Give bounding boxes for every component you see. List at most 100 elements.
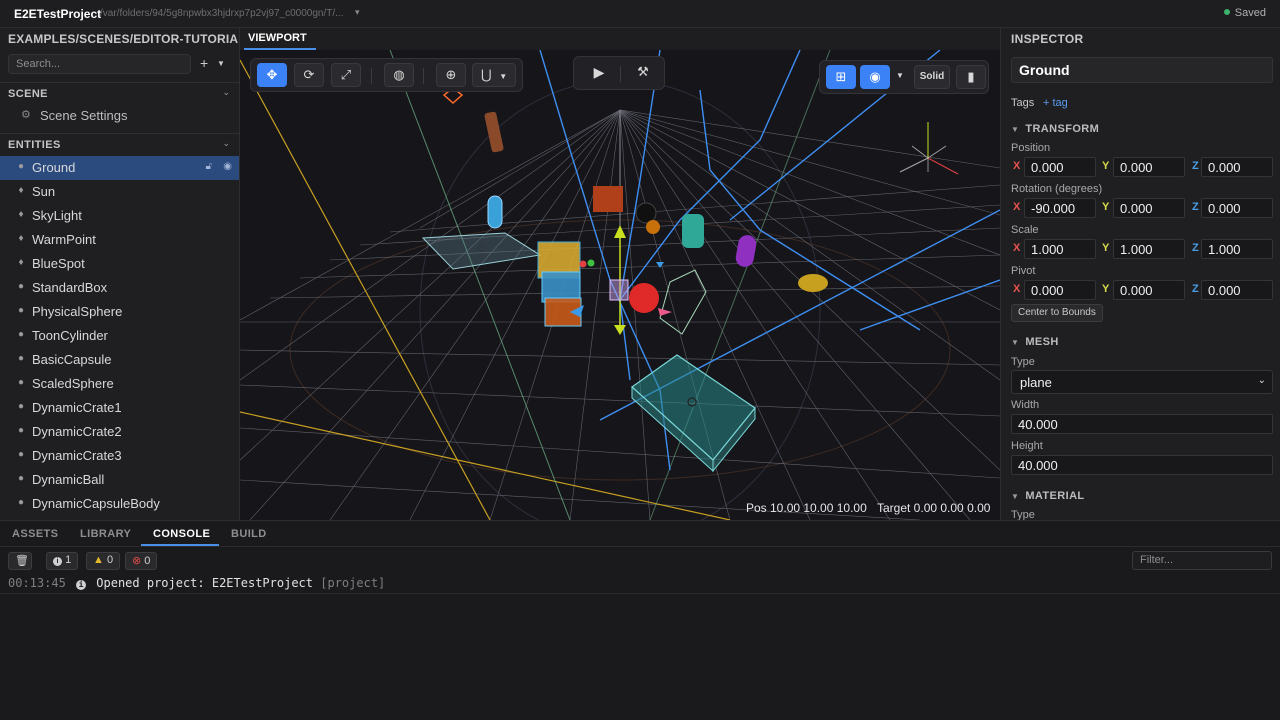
rotation-y-field[interactable]: 0.000 — [1113, 198, 1185, 218]
y-handle[interactable] — [587, 259, 595, 267]
save-status-label: Saved — [1234, 7, 1266, 19]
list-item[interactable]: ♦ WarmPoint — [0, 228, 239, 252]
info-filter-button[interactable]: i 1 — [46, 552, 79, 570]
lock-icon[interactable]: 🔓︎ — [206, 161, 212, 172]
pivot-mode-button[interactable]: ⊕ — [436, 63, 466, 87]
scale-x-field[interactable]: 1.000 — [1024, 239, 1096, 259]
view-gizmo-axis[interactable] — [927, 145, 947, 159]
scaled-sphere-mesh[interactable] — [798, 274, 828, 292]
list-item[interactable]: ♦ SkyLight — [0, 204, 239, 228]
chevron-down-icon[interactable]: ▼ — [217, 59, 225, 68]
position-y-field[interactable]: 0.000 — [1113, 157, 1185, 177]
chevron-down-icon: ▼ — [1011, 338, 1020, 347]
error-filter-button[interactable]: ⊗ 0 — [125, 552, 158, 570]
stats-chart-icon[interactable]: ▮ — [956, 65, 986, 89]
transform-section-header[interactable]: ▼ TRANSFORM — [1011, 123, 1099, 135]
pivot-y-field[interactable]: 0.000 — [1113, 280, 1185, 300]
tab-viewport[interactable]: VIEWPORT — [248, 32, 307, 44]
add-tag-link[interactable]: + tag — [1043, 97, 1068, 109]
cylinder-mesh[interactable] — [682, 214, 704, 248]
list-item[interactable]: ● ScaledSphere — [0, 372, 239, 396]
list-item[interactable]: ♦ BlueSpot — [0, 252, 239, 276]
pivot-z-field[interactable]: 0.000 — [1201, 280, 1273, 300]
view-gizmo-z[interactable] — [899, 157, 929, 173]
rotation-x-field[interactable]: -90.000 — [1024, 198, 1096, 218]
section-title: MATERIAL — [1025, 490, 1085, 502]
scale-y-field[interactable]: 1.000 — [1113, 239, 1185, 259]
list-item[interactable]: ● BasicCapsule — [0, 348, 239, 372]
box-mesh[interactable] — [593, 186, 623, 212]
wireframe-box[interactable] — [659, 269, 707, 335]
clear-console-button[interactable]: 🗑︎ — [8, 552, 32, 570]
toolbar-divider — [620, 66, 621, 82]
list-item[interactable]: ● Ground 🔓︎ ◉ — [0, 156, 239, 180]
build-hammer-icon[interactable]: ⚒ — [628, 61, 658, 85]
sphere-mesh[interactable] — [646, 220, 660, 234]
eye-icon[interactable]: ◉ — [223, 161, 232, 172]
position-x-field[interactable]: 0.000 — [1024, 157, 1096, 177]
list-item[interactable]: ● DynamicCrate1 — [0, 396, 239, 420]
chevron-down-icon[interactable]: ▼ — [499, 72, 507, 81]
global-space-button[interactable]: ◍ — [384, 63, 414, 87]
position-z-field[interactable]: 0.000 — [1201, 157, 1273, 177]
chevron-down-icon[interactable]: ▼ — [893, 65, 907, 89]
tab-console[interactable]: CONSOLE — [153, 528, 210, 540]
x-arrow-icon[interactable] — [658, 308, 672, 316]
width-field[interactable]: 40.000 — [1011, 414, 1273, 434]
z-arrow-icon[interactable] — [656, 262, 664, 268]
entity-name: ToonCylinder — [32, 328, 108, 343]
entity-name: PhysicalSphere — [32, 304, 123, 319]
entities-section-header[interactable]: ENTITIES ⌄ — [0, 133, 239, 155]
center-to-bounds-button[interactable]: Center to Bounds — [1011, 304, 1103, 322]
entity-name-field[interactable]: Ground — [1011, 57, 1273, 83]
pivot-handle[interactable] — [609, 279, 629, 301]
rotate-tool-button[interactable]: ⟳ — [294, 63, 324, 87]
material-section-header[interactable]: ▼ MATERIAL — [1011, 490, 1085, 502]
scene-settings-item[interactable]: ⚙ Scene Settings — [0, 104, 239, 126]
project-name[interactable]: E2ETestProject — [14, 7, 101, 21]
view-gizmo-x[interactable] — [927, 157, 959, 175]
list-item[interactable]: ● DynamicBall — [0, 468, 239, 492]
ball-mesh[interactable] — [629, 283, 659, 313]
info-icon: i — [53, 557, 62, 566]
scale-tool-button[interactable]: ⤢ — [331, 63, 361, 87]
list-item[interactable]: ♦ Sun — [0, 180, 239, 204]
y-arrow-icon[interactable] — [614, 225, 626, 238]
cylinder-mesh[interactable] — [484, 111, 504, 153]
mesh-section-header[interactable]: ▼ MESH — [1011, 336, 1059, 348]
error-icon: ⊗ — [132, 555, 142, 567]
grid-toggle-button[interactable]: ⊞ — [826, 65, 856, 89]
scale-z-field[interactable]: 1.000 — [1201, 239, 1273, 259]
search-input[interactable]: Search... — [8, 54, 191, 74]
tab-build[interactable]: BUILD — [231, 528, 267, 540]
list-item[interactable]: ● ToonCylinder — [0, 324, 239, 348]
height-field[interactable]: 40.000 — [1011, 455, 1273, 475]
chevron-down-icon[interactable]: ▾ — [355, 7, 360, 18]
tab-library[interactable]: LIBRARY — [80, 528, 131, 540]
x-handle[interactable] — [579, 260, 587, 268]
render-mode-button[interactable]: Solid — [914, 65, 950, 89]
add-entity-button[interactable]: + — [200, 55, 208, 71]
scene-render[interactable] — [240, 50, 1000, 520]
list-item[interactable]: ● DynamicCrate2 — [0, 420, 239, 444]
list-item[interactable]: ● StandardBox — [0, 276, 239, 300]
move-tool-button[interactable]: ✥ — [257, 63, 287, 87]
list-item[interactable]: ● PhysicalSphere — [0, 300, 239, 324]
tab-assets[interactable]: ASSETS — [12, 528, 58, 540]
console-log-entry[interactable]: 00:13:45 i Opened project: E2ETestProjec… — [8, 576, 385, 590]
list-item[interactable]: ● DynamicCapsuleBody — [0, 492, 239, 516]
view-gizmo-axis[interactable] — [911, 145, 929, 159]
scene-section-header[interactable]: SCENE ⌄ — [0, 82, 239, 104]
play-button[interactable]: ▶ — [584, 61, 614, 85]
list-item[interactable]: ● DynamicCrate3 — [0, 444, 239, 468]
pivot-x-field[interactable]: 0.000 — [1024, 280, 1096, 300]
console-filter-input[interactable]: Filter... — [1132, 551, 1272, 570]
capsule-mesh[interactable] — [487, 195, 503, 229]
rotation-z-field[interactable]: 0.000 — [1201, 198, 1273, 218]
snap-button[interactable]: ⋃ ▼ — [472, 63, 516, 87]
x-axis-label: X — [1013, 283, 1021, 295]
gizmo-visibility-button[interactable]: ◉ — [860, 65, 890, 89]
warning-filter-button[interactable]: ▲ 0 — [86, 552, 121, 570]
viewport-canvas[interactable]: ✥ ⟳ ⤢ ◍ ⊕ ⋃ ▼ ▶ ⚒ ⊞ ◉ ▼ Solid ▮ Pos 10.0… — [240, 50, 1000, 520]
mesh-type-select[interactable]: plane ⌄ — [1011, 370, 1273, 394]
